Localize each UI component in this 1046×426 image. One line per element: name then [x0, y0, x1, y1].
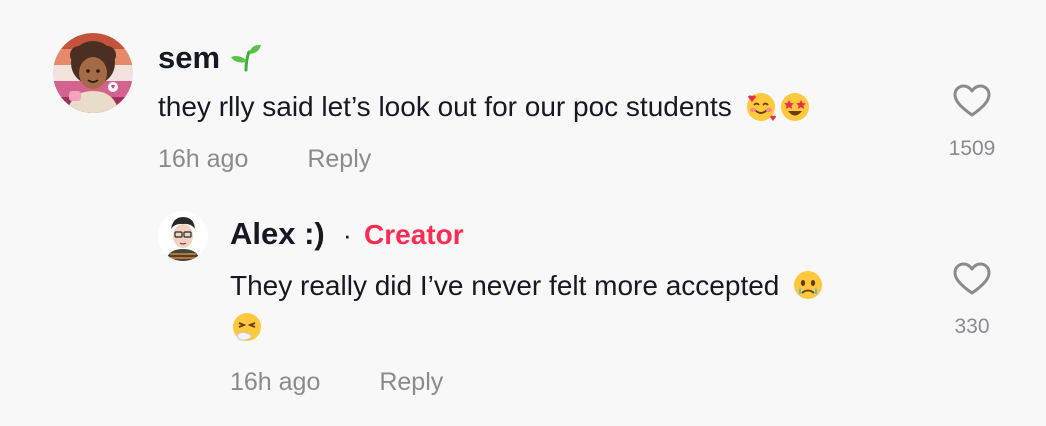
comment-thread: sem they rlly said let’s look out for ou…	[0, 0, 1046, 426]
avatar[interactable]	[158, 211, 208, 261]
heart-icon[interactable]	[953, 262, 991, 301]
like-count: 330	[954, 315, 990, 338]
timestamp: 16h ago	[230, 368, 321, 396]
comment-meta: 16h ago Reply	[230, 370, 443, 395]
creator-badge: Creator	[364, 219, 464, 250]
username[interactable]: sem	[158, 42, 263, 77]
separator-dot: ·	[343, 220, 352, 250]
like-count: 1509	[948, 137, 996, 160]
avatar[interactable]	[53, 33, 133, 113]
heart-icon[interactable]	[953, 84, 991, 123]
comment-text: They really did I’ve never felt more acc…	[230, 268, 825, 307]
sneezing-face-icon	[230, 310, 264, 349]
smiling-face-with-hearts-icon	[744, 89, 778, 128]
face-holding-back-tears-icon	[791, 268, 825, 307]
username[interactable]: Alex :)	[230, 218, 325, 249]
comment-meta: 16h ago Reply	[158, 147, 371, 172]
timestamp: 16h ago	[158, 145, 249, 173]
comment-text: they rlly said let’s look out for our po…	[158, 89, 812, 128]
seedling-icon	[229, 42, 263, 77]
star-struck-icon	[778, 89, 812, 128]
comment-text-continued	[230, 310, 264, 349]
reply-button[interactable]: Reply	[379, 368, 443, 396]
reply-button[interactable]: Reply	[307, 145, 371, 173]
